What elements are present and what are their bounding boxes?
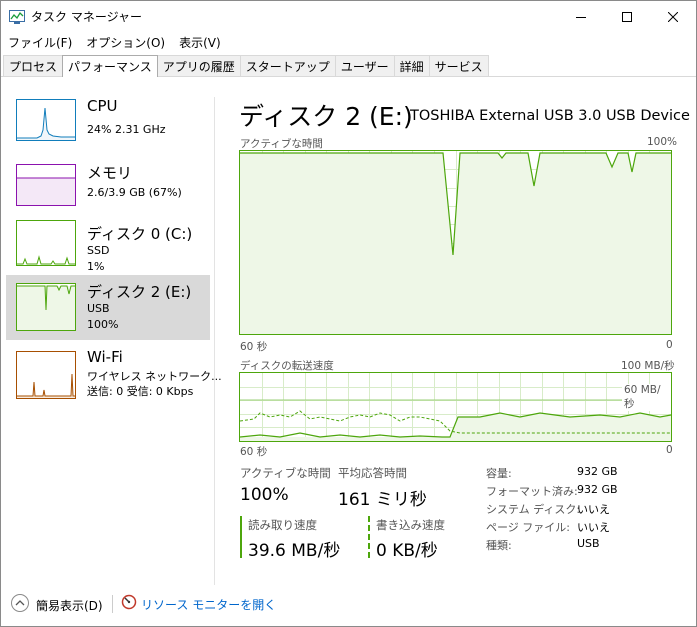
device-type: USB bbox=[87, 302, 110, 315]
active-time-graph-max: 100% bbox=[647, 136, 678, 148]
system-disk-value: いいえ bbox=[577, 503, 610, 516]
task-manager-window: タスク マネージャー ファイル(F) オプション(O) 表示(V) プロセス パ… bbox=[0, 0, 697, 627]
read-speed-label: 読み取り速度 bbox=[248, 518, 317, 532]
write-speed-label: 書き込み速度 bbox=[376, 518, 445, 532]
transfer-graph-mid: 60 MB/秒 bbox=[622, 384, 671, 411]
active-time-label: アクティブな時間 bbox=[240, 466, 331, 480]
avg-response-label: 平均応答時間 bbox=[338, 466, 407, 480]
tab-strip: プロセス パフォーマンス アプリの履歴 スタートアップ ユーザー 詳細 サービス bbox=[3, 55, 489, 77]
read-speed-indicator bbox=[240, 516, 242, 558]
active-time-value: 100% bbox=[240, 485, 289, 505]
disk2-thumbnail bbox=[16, 283, 76, 331]
avg-response-value: 161 ミリ秒 bbox=[338, 490, 427, 510]
device-detail: 1% bbox=[87, 260, 105, 273]
active-time-graph-label: アクティブな時間 bbox=[240, 138, 323, 150]
transfer-graph-label: ディスクの転送速度 bbox=[240, 360, 334, 372]
device-detail: 100% bbox=[87, 318, 119, 331]
title-bar[interactable]: タスク マネージャー bbox=[1, 1, 696, 32]
transfer-graph-timespan: 60 秒 bbox=[240, 446, 268, 458]
minimize-button[interactable] bbox=[558, 1, 604, 32]
device-name: ディスク 2 (E:) bbox=[87, 283, 192, 301]
active-time-graph-min: 0 bbox=[666, 339, 673, 351]
tab-services[interactable]: サービス bbox=[428, 55, 489, 76]
formatted-label: フォーマット済み: bbox=[486, 485, 578, 498]
write-speed-value: 0 KB/秒 bbox=[376, 541, 438, 561]
device-adapter: ワイヤレス ネットワーク... bbox=[87, 370, 222, 383]
close-icon bbox=[667, 7, 679, 26]
device-list: CPU 24% 2.31 GHz メモリ 2.6/3.9 GB (67%) ディ… bbox=[1, 77, 222, 587]
disk-heading: ディスク 2 (E:) bbox=[239, 102, 413, 131]
device-name: ディスク 0 (C:) bbox=[87, 225, 193, 243]
type-label: 種類: bbox=[486, 539, 512, 552]
page-file-label: ページ ファイル: bbox=[486, 521, 570, 534]
resource-monitor-icon[interactable] bbox=[121, 594, 137, 614]
active-time-graph bbox=[239, 150, 672, 335]
formatted-value: 932 GB bbox=[577, 483, 618, 496]
menu-options[interactable]: オプション(O) bbox=[79, 32, 172, 52]
active-time-graph-timespan: 60 秒 bbox=[240, 341, 268, 353]
device-disk-0[interactable]: ディスク 0 (C:) SSD 1% bbox=[6, 217, 210, 282]
tab-startup[interactable]: スタートアップ bbox=[239, 55, 336, 76]
device-type: SSD bbox=[87, 244, 110, 257]
disk-model-name: TOSHIBA External USB 3.0 USB Device bbox=[410, 108, 690, 124]
cpu-thumbnail bbox=[16, 99, 76, 141]
device-memory[interactable]: メモリ 2.6/3.9 GB (67%) bbox=[6, 156, 210, 221]
system-disk-label: システム ディスク: bbox=[486, 503, 581, 516]
tab-details[interactable]: 詳細 bbox=[393, 55, 430, 76]
menu-view[interactable]: 表示(V) bbox=[172, 32, 228, 52]
capacity-label: 容量: bbox=[486, 467, 512, 480]
tab-processes[interactable]: プロセス bbox=[3, 55, 64, 76]
footer: 簡易表示(D) リソース モニターを開く bbox=[1, 587, 696, 626]
transfer-rate-graph: 60 MB/秒 bbox=[239, 372, 672, 442]
open-resource-monitor-link[interactable]: リソース モニターを開く bbox=[141, 596, 276, 613]
device-name: Wi-Fi bbox=[87, 348, 123, 366]
device-cpu[interactable]: CPU 24% 2.31 GHz bbox=[6, 91, 210, 156]
type-value: USB bbox=[577, 537, 600, 550]
task-manager-icon bbox=[9, 9, 25, 24]
write-speed-indicator bbox=[368, 516, 370, 558]
page-file-value: いいえ bbox=[577, 521, 610, 534]
transfer-graph-min: 0 bbox=[666, 444, 673, 456]
device-name: メモリ bbox=[87, 164, 133, 182]
disk0-thumbnail bbox=[16, 220, 76, 266]
device-detail: 2.6/3.9 GB (67%) bbox=[87, 186, 182, 199]
window-title: タスク マネージャー bbox=[31, 10, 142, 24]
transfer-graph-max: 100 MB/秒 bbox=[621, 360, 675, 372]
read-speed-value: 39.6 MB/秒 bbox=[248, 541, 341, 561]
tab-performance[interactable]: パフォーマンス bbox=[62, 55, 158, 77]
device-detail: 送信: 0 受信: 0 Kbps bbox=[87, 385, 194, 398]
tab-users[interactable]: ユーザー bbox=[334, 55, 395, 76]
memory-thumbnail bbox=[16, 164, 76, 206]
wifi-thumbnail bbox=[16, 351, 76, 399]
menu-file[interactable]: ファイル(F) bbox=[1, 32, 79, 52]
tab-app-history[interactable]: アプリの履歴 bbox=[156, 55, 241, 76]
footer-divider bbox=[112, 595, 113, 613]
device-name: CPU bbox=[87, 97, 118, 115]
panel-divider bbox=[214, 97, 215, 585]
device-disk-2[interactable]: ディスク 2 (E:) USB 100% bbox=[6, 275, 210, 340]
close-button[interactable] bbox=[650, 1, 696, 32]
minimize-icon bbox=[576, 7, 586, 26]
fewer-details-button[interactable]: 簡易表示(D) bbox=[36, 597, 103, 614]
device-detail: 24% 2.31 GHz bbox=[87, 123, 166, 136]
menu-bar: ファイル(F) オプション(O) 表示(V) bbox=[1, 32, 228, 52]
maximize-button[interactable] bbox=[604, 1, 650, 32]
maximize-icon bbox=[622, 7, 632, 26]
collapse-chevron-icon[interactable] bbox=[10, 593, 30, 617]
capacity-value: 932 GB bbox=[577, 465, 618, 478]
device-wifi[interactable]: Wi-Fi ワイヤレス ネットワーク... 送信: 0 受信: 0 Kbps bbox=[6, 342, 222, 407]
